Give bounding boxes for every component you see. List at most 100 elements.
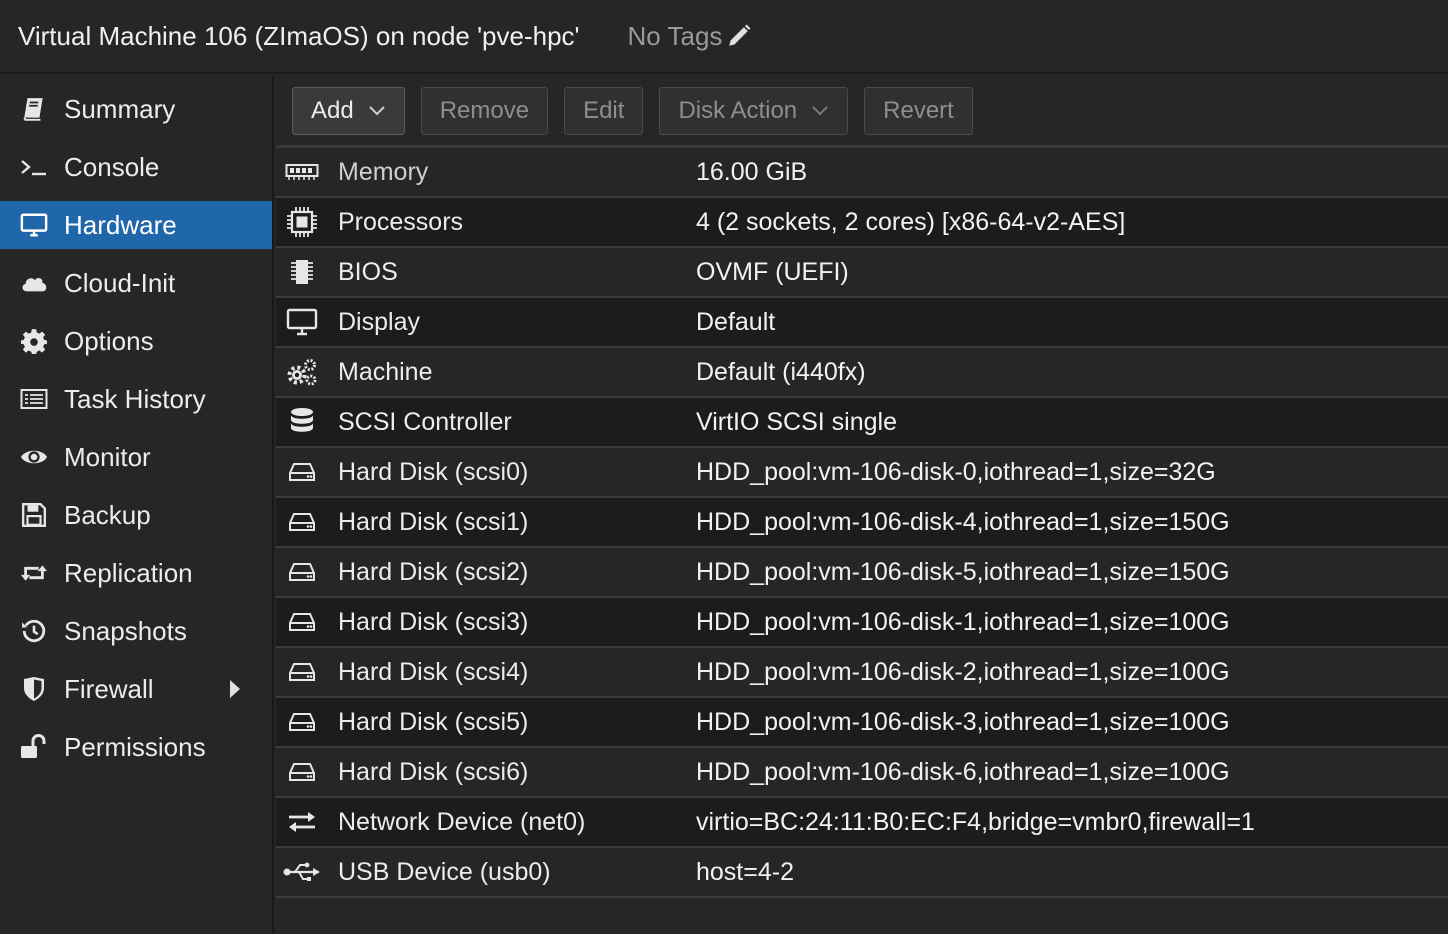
list-icon <box>20 385 48 413</box>
edit-button[interactable]: Edit <box>564 86 644 135</box>
table-row[interactable]: Network Device (net0) virtio=BC:24:11:B0… <box>276 798 1448 848</box>
sidebar-item-backup[interactable]: Backup <box>0 486 272 544</box>
hdd-icon <box>278 498 326 546</box>
disk-action-button[interactable]: Disk Action <box>659 86 849 135</box>
sidebar-item-label: Cloud-Init <box>64 267 176 298</box>
table-row[interactable]: Hard Disk (scsi4) HDD_pool:vm-106-disk-2… <box>276 648 1448 698</box>
sidebar-item-label: Backup <box>64 499 151 530</box>
hdd-icon <box>278 448 326 496</box>
table-row[interactable]: Memory 16.00 GiB <box>276 148 1448 198</box>
sidebar-item-console[interactable]: Console <box>0 138 272 196</box>
hdd-icon <box>278 598 326 646</box>
tags-editor[interactable]: No Tags <box>628 21 753 52</box>
row-key: USB Device (usb0) <box>338 857 551 886</box>
hdd-icon <box>278 548 326 596</box>
hdd-icon <box>278 698 326 746</box>
row-value: 4 (2 sockets, 2 cores) [x86-64-v2-AES] <box>696 207 1126 236</box>
row-value: host=4-2 <box>696 857 794 886</box>
revert-button[interactable]: Revert <box>864 86 973 135</box>
table-row[interactable]: Display Default <box>276 298 1448 348</box>
sidebar-item-label: Summary <box>64 93 176 124</box>
chip-icon <box>278 248 326 296</box>
row-key: Hard Disk (scsi5) <box>338 707 529 736</box>
add-button[interactable]: Add <box>292 86 405 135</box>
sidebar-item-firewall[interactable]: Firewall <box>0 660 272 718</box>
unlock-icon <box>20 733 48 761</box>
row-value: HDD_pool:vm-106-disk-0,iothread=1,size=3… <box>696 457 1216 486</box>
row-value: Default (i440fx) <box>696 357 866 386</box>
row-key: BIOS <box>338 257 398 286</box>
sidebar-item-monitor[interactable]: Monitor <box>0 428 272 486</box>
sidebar-item-permissions[interactable]: Permissions <box>0 718 272 776</box>
row-value: HDD_pool:vm-106-disk-6,iothread=1,size=1… <box>696 757 1230 786</box>
expand-arrow-icon[interactable] <box>230 680 240 698</box>
sidebar-item-label: Snapshots <box>64 615 187 646</box>
table-row[interactable]: Hard Disk (scsi5) HDD_pool:vm-106-disk-3… <box>276 698 1448 748</box>
tags-label: No Tags <box>627 20 723 51</box>
disk-action-button-label: Disk Action <box>678 96 798 124</box>
row-key: Machine <box>338 357 433 386</box>
sidebar: Summary Console Hardware Cloud-Init Opti… <box>0 76 274 934</box>
table-row[interactable]: USB Device (usb0) host=4-2 <box>276 848 1448 898</box>
row-key: Hard Disk (scsi1) <box>338 507 529 536</box>
sidebar-item-label: Console <box>64 151 160 182</box>
row-value: HDD_pool:vm-106-disk-2,iothread=1,size=1… <box>696 657 1230 686</box>
desktop-icon <box>278 298 326 346</box>
sidebar-item-label: Monitor <box>64 441 151 472</box>
row-key: Hard Disk (scsi0) <box>338 457 529 486</box>
row-value: HDD_pool:vm-106-disk-5,iothread=1,size=1… <box>696 557 1230 586</box>
hardware-grid: Memory 16.00 GiB Processors 4 (2 sockets… <box>276 148 1448 898</box>
header: Virtual Machine 106 (ZImaOS) on node 'pv… <box>0 0 1448 74</box>
chevron-down-icon <box>368 105 385 115</box>
table-row[interactable]: BIOS OVMF (UEFI) <box>276 248 1448 298</box>
sidebar-item-hardware[interactable]: Hardware <box>0 201 272 249</box>
cpu-icon <box>278 198 326 246</box>
table-row[interactable]: Machine Default (i440fx) <box>276 348 1448 398</box>
table-row[interactable]: Processors 4 (2 sockets, 2 cores) [x86-6… <box>276 198 1448 248</box>
pencil-icon[interactable] <box>726 23 752 49</box>
row-value: virtio=BC:24:11:B0:EC:F4,bridge=vmbr0,fi… <box>696 807 1255 836</box>
row-value: OVMF (UEFI) <box>696 257 849 286</box>
book-icon <box>20 95 48 123</box>
row-key: Hard Disk (scsi4) <box>338 657 529 686</box>
cloud-icon <box>20 269 48 297</box>
add-button-label: Add <box>311 96 354 124</box>
retweet-icon <box>20 559 48 587</box>
exchange-icon <box>278 798 326 846</box>
table-row[interactable]: Hard Disk (scsi1) HDD_pool:vm-106-disk-4… <box>276 498 1448 548</box>
monitor-icon <box>20 211 48 239</box>
sidebar-item-task-history[interactable]: Task History <box>0 370 272 428</box>
row-key: SCSI Controller <box>338 407 512 436</box>
page-title: Virtual Machine 106 (ZImaOS) on node 'pv… <box>18 20 580 51</box>
chevron-down-icon <box>812 105 828 115</box>
remove-button[interactable]: Remove <box>420 86 549 135</box>
sidebar-item-options[interactable]: Options <box>0 312 272 370</box>
sidebar-item-label: Hardware <box>64 209 177 240</box>
row-value: 16.00 GiB <box>696 157 808 186</box>
sidebar-item-replication[interactable]: Replication <box>0 544 272 602</box>
sidebar-item-label: Replication <box>64 557 193 588</box>
row-key: Network Device (net0) <box>338 807 586 836</box>
eye-icon <box>20 443 48 471</box>
sidebar-item-label: Permissions <box>64 731 206 762</box>
sidebar-item-cloud-init[interactable]: Cloud-Init <box>0 254 272 312</box>
hardware-panel: Add Remove Edit Disk Action Revert Memor… <box>276 76 1448 934</box>
history-icon <box>20 617 48 645</box>
terminal-icon <box>20 153 48 181</box>
row-key: Processors <box>338 207 464 236</box>
row-value: HDD_pool:vm-106-disk-3,iothread=1,size=1… <box>696 707 1230 736</box>
hdd-icon <box>278 648 326 696</box>
row-key: Display <box>338 307 420 336</box>
table-row[interactable]: Hard Disk (scsi6) HDD_pool:vm-106-disk-6… <box>276 748 1448 798</box>
sidebar-item-label: Task History <box>64 383 206 414</box>
memory-icon <box>278 148 326 196</box>
shield-icon <box>20 675 48 703</box>
table-row[interactable]: Hard Disk (scsi2) HDD_pool:vm-106-disk-5… <box>276 548 1448 598</box>
sidebar-item-snapshots[interactable]: Snapshots <box>0 602 272 660</box>
table-row[interactable]: Hard Disk (scsi3) HDD_pool:vm-106-disk-1… <box>276 598 1448 648</box>
table-row[interactable]: Hard Disk (scsi0) HDD_pool:vm-106-disk-0… <box>276 448 1448 498</box>
row-value: Default <box>696 307 776 336</box>
sidebar-item-summary[interactable]: Summary <box>0 80 272 138</box>
row-key: Hard Disk (scsi6) <box>338 757 529 786</box>
table-row[interactable]: SCSI Controller VirtIO SCSI single <box>276 398 1448 448</box>
